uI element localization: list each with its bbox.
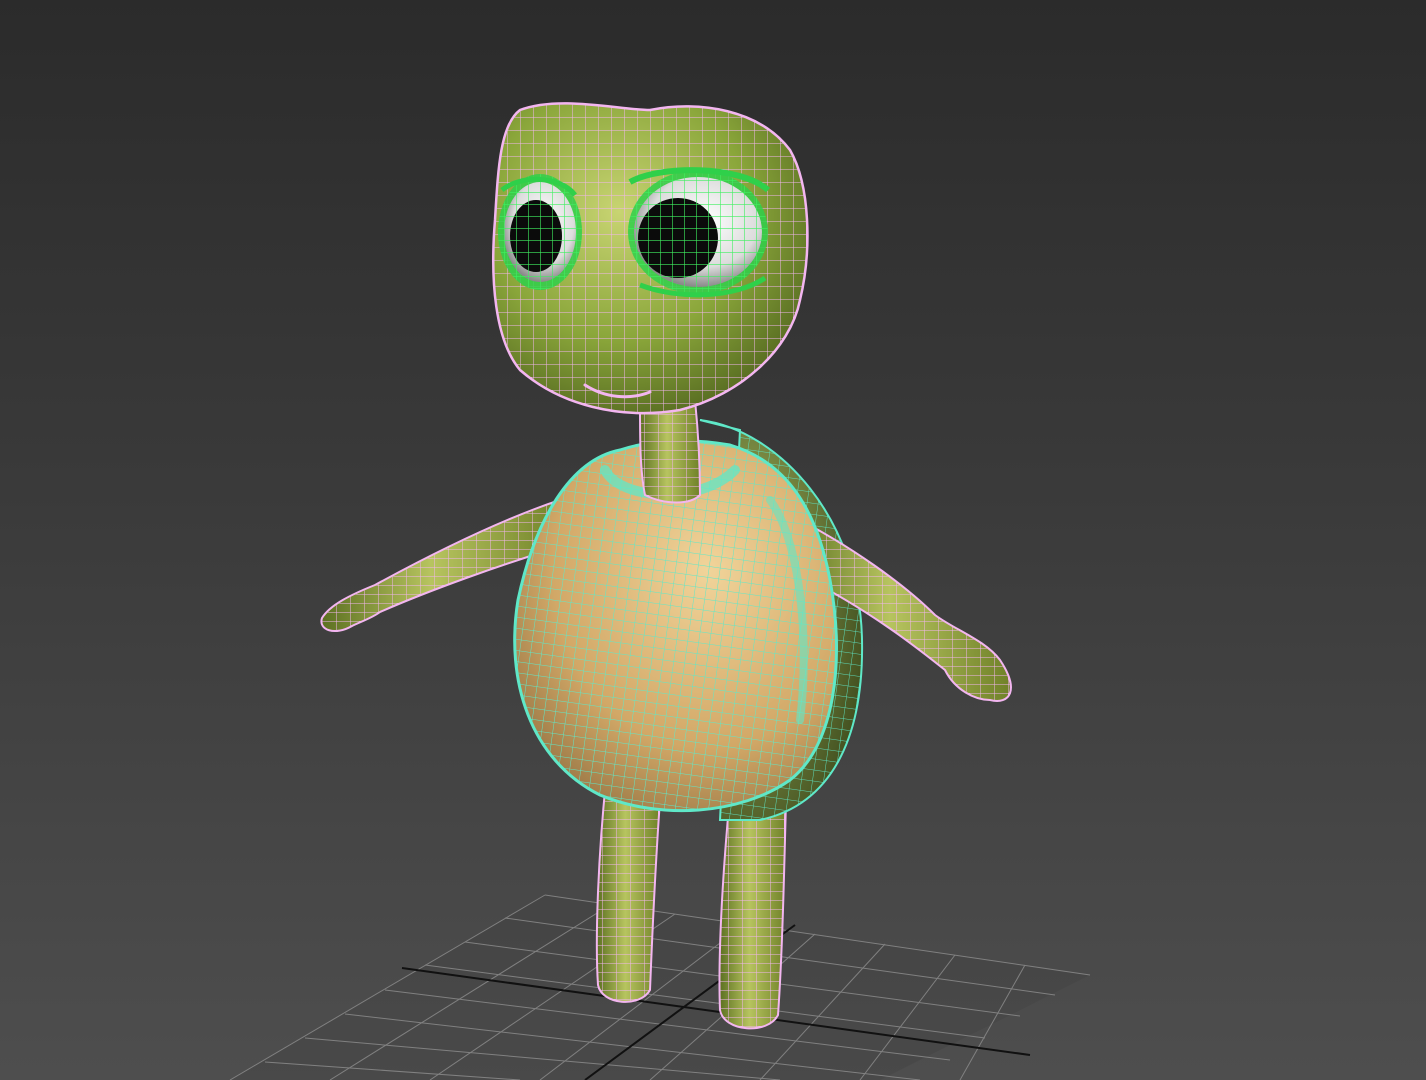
left-leg[interactable] <box>595 778 662 1003</box>
home-grid <box>229 894 1091 1080</box>
3d-viewport[interactable] <box>0 0 1426 1080</box>
turtle-model[interactable] <box>320 102 1012 1030</box>
viewport-canvas[interactable] <box>0 0 1426 1080</box>
right-leg[interactable] <box>718 793 788 1030</box>
neck[interactable] <box>638 398 702 504</box>
right-eye[interactable] <box>628 167 770 298</box>
left-eye[interactable] <box>498 174 582 290</box>
